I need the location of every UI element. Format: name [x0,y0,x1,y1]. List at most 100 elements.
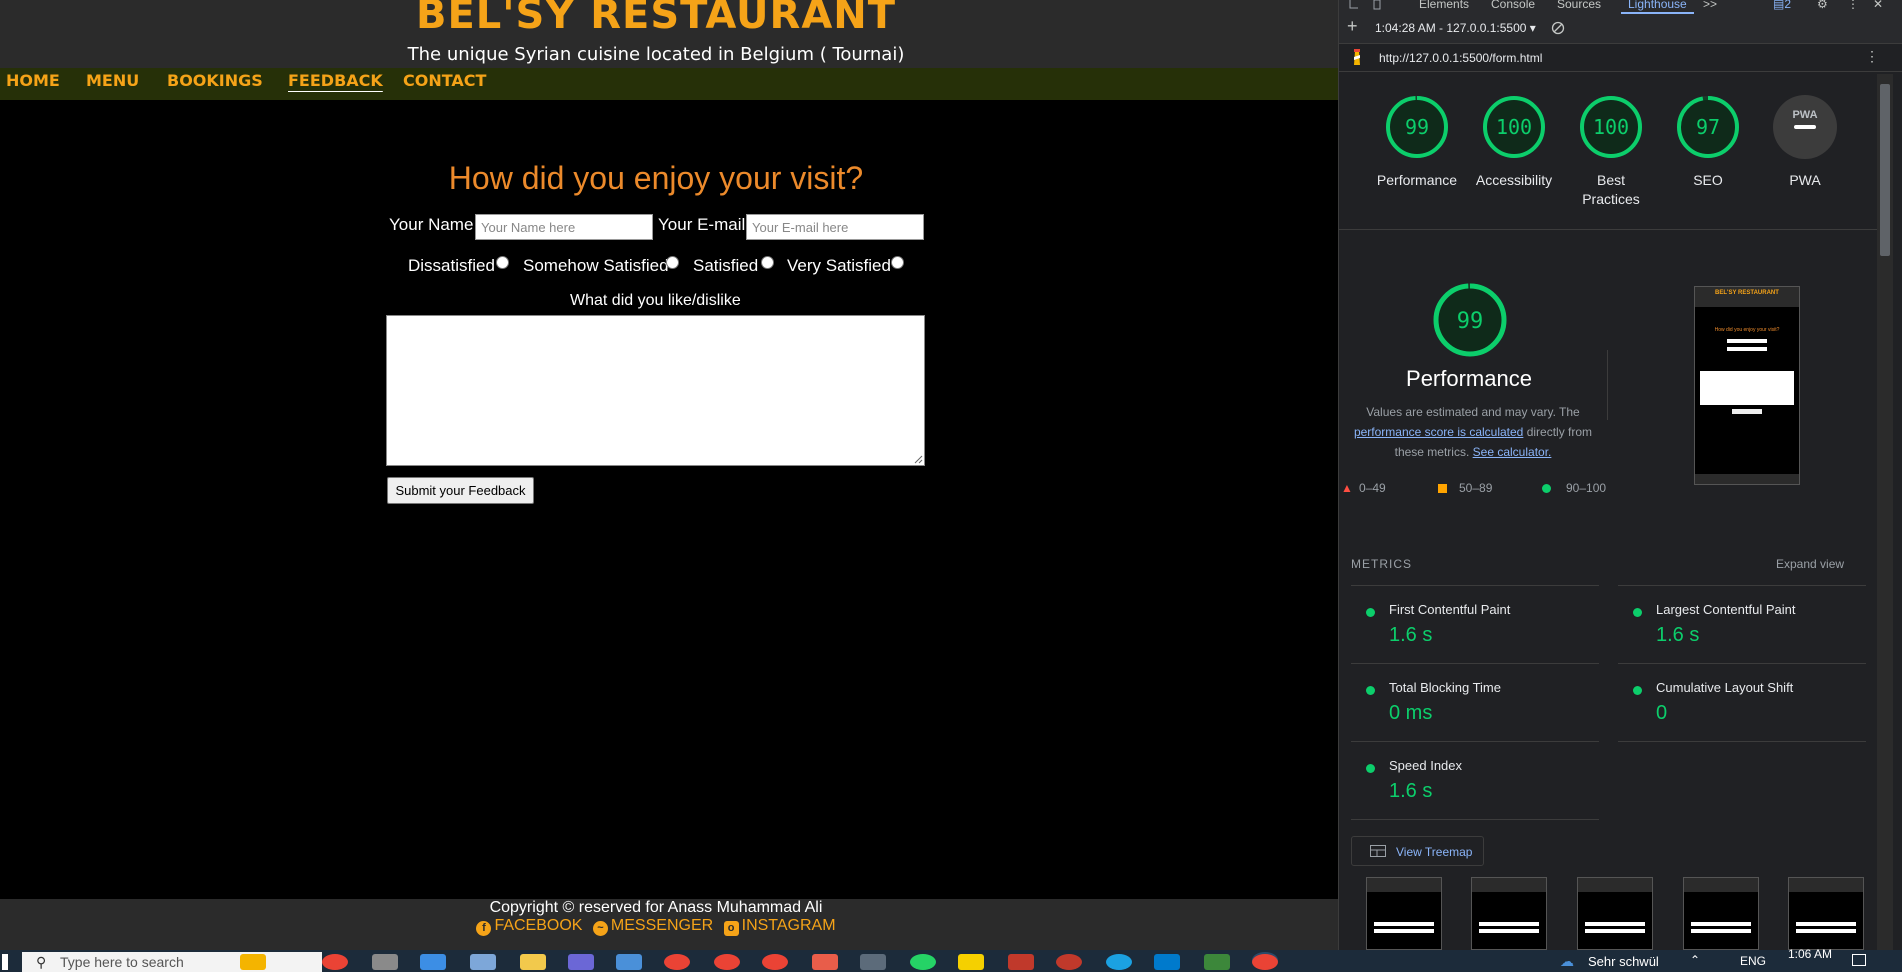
search-icon: ⚲ [36,954,47,970]
gauge-best-practices[interactable]: 100 Best Practices [1561,94,1661,209]
name-input[interactable] [475,214,653,240]
report-url-bar: http://127.0.0.1:5500/form.html ⋮ [1339,44,1902,72]
devtools-tabbar: Elements Console Sources Lighthouse >> ▤… [1339,0,1902,14]
nav-contact[interactable]: CONTACT [403,71,486,90]
submit-feedback-button[interactable]: Submit your Feedback [387,477,534,504]
facebook-label: FACEBOOK [494,917,583,934]
gauge-accessibility[interactable]: 100 Accessibility [1464,94,1564,190]
gauge-performance[interactable]: 99 Performance [1367,94,1467,190]
messenger-icon: ~ [592,921,608,936]
nav-feedback[interactable]: FEEDBACK [288,71,383,90]
metric-fcp: First Contentful Paint 1.6 s [1351,585,1599,663]
gauge-performance-ring: 99 [1386,96,1448,158]
editor-icon[interactable] [420,954,446,970]
rating-very-label: Very Satisfied [787,256,891,275]
legend-average-label: 50–89 [1459,481,1493,495]
weather-text[interactable]: Sehr schwül [1588,954,1659,969]
legend-fail-label: 0–49 [1359,481,1386,495]
report-menu-icon[interactable]: ⋮ [1865,48,1879,65]
start-button-icon[interactable] [2,954,8,970]
instagram-link[interactable]: o INSTAGRAM [723,917,836,936]
performance-score-link[interactable]: performance score is calculated [1354,425,1523,439]
rating-somehow-radio[interactable] [666,256,679,269]
tab-console[interactable]: Console [1491,0,1535,11]
new-report-plus-icon[interactable]: + [1347,16,1358,37]
gauge-pwa[interactable]: PWA PWA [1755,94,1855,190]
edge-icon[interactable] [1106,954,1132,970]
legend-average-square-icon [1438,484,1447,493]
comment-textarea[interactable] [386,315,925,466]
issues-counter[interactable]: ▤2 [1773,0,1791,11]
close-devtools-icon[interactable]: ✕ [1873,0,1883,11]
weather-app-icon[interactable] [240,954,266,970]
tab-lighthouse[interactable]: Lighthouse [1621,0,1694,14]
metric-fcp-name: First Contentful Paint [1389,602,1511,617]
language-indicator[interactable]: ENG [1740,954,1766,968]
metric-cls-name: Cumulative Layout Shift [1656,680,1794,695]
rating-dissatisfied-label: Dissatisfied [408,256,495,275]
app-icon[interactable] [1008,954,1034,970]
messenger-link[interactable]: ~ MESSENGER [592,917,713,936]
clock[interactable]: 1:06 AM [1788,947,1832,961]
scrollbar-thumb[interactable] [1880,84,1890,256]
legend-pass-circle-icon [1542,484,1551,493]
sticky-notes-icon[interactable] [958,954,984,970]
chrome-icon[interactable] [322,954,348,970]
pass-dot-icon [1633,608,1642,617]
nav-home[interactable]: HOME [6,71,60,90]
app-icon[interactable] [372,954,398,970]
gauge-seo-value: 97 [1696,115,1720,139]
devtools-scrollbar[interactable] [1877,74,1893,950]
view-treemap-button[interactable]: View Treemap [1351,836,1484,866]
notification-icon[interactable] [1852,954,1866,966]
calculator-icon[interactable] [616,954,642,970]
vscode-icon[interactable] [1154,954,1180,970]
inspect-icon[interactable] [1349,0,1363,10]
metric-tbt-value: 0 ms [1389,702,1433,724]
thumbnail-heading: How did you enjoy your visit? [1714,327,1780,333]
issues-count: 2 [1784,0,1792,11]
restaurant-page: BEL'SY RESTAURANT The unique Syrian cuis… [0,0,1338,950]
divider [1618,741,1866,742]
report-select[interactable]: 1:04:28 AM - 127.0.0.1:5500 ▾ [1375,21,1536,35]
dropdown-caret-icon: ▾ [1529,21,1536,35]
chrome-icon[interactable] [714,954,740,970]
whatsapp-icon[interactable] [910,954,936,970]
rating-dissatisfied-radio[interactable] [496,256,509,269]
gauge-seo[interactable]: 97 SEO [1658,94,1758,190]
email-input[interactable] [746,214,924,240]
node-icon[interactable] [1204,954,1230,970]
taskbar-search-box[interactable]: ⚲ Type here to search [22,952,322,972]
rating-satisfied-radio[interactable] [761,256,774,269]
app-icon[interactable] [568,954,594,970]
lighthouse-logo-icon [1354,49,1360,65]
chrome-icon[interactable] [762,954,788,970]
pass-dot-icon [1366,686,1375,695]
tray-chevron-icon[interactable]: ⌃ [1690,953,1700,967]
facebook-link[interactable]: f FACEBOOK [476,917,583,936]
resize-grip-icon[interactable] [913,454,923,464]
kebab-menu-icon[interactable]: ⋮ [1847,0,1859,11]
rating-very-radio[interactable] [891,256,904,269]
app-icon[interactable] [812,954,838,970]
expand-view-toggle[interactable]: Expand view [1776,557,1844,571]
camera-icon[interactable] [860,954,886,970]
chrome-icon[interactable] [664,954,690,970]
folder-icon[interactable] [520,954,546,970]
performance-title: Performance [1406,366,1532,391]
tab-sources[interactable]: Sources [1557,0,1601,11]
clear-block-icon[interactable] [1551,21,1565,35]
device-toolbar-icon[interactable] [1373,0,1387,10]
performance-note: Values are estimated and may vary. The p… [1339,402,1607,462]
recorder-icon[interactable] [1056,954,1082,970]
nav-bookings[interactable]: BOOKINGS [167,71,263,90]
nav-menu[interactable]: MENU [86,71,139,90]
more-tabs-button[interactable]: >> [1703,0,1717,11]
final-screenshot-thumbnail[interactable]: BEL'SY RESTAURANT How did you enjoy your… [1694,286,1800,485]
tab-elements[interactable]: Elements [1419,0,1469,11]
chrome-icon-active[interactable] [1252,954,1278,970]
settings-gear-icon[interactable]: ⚙ [1817,0,1828,11]
document-icon[interactable] [470,954,496,970]
see-calculator-link[interactable]: See calculator. [1473,445,1552,459]
gauge-pwa-label: PWA [1789,172,1821,188]
